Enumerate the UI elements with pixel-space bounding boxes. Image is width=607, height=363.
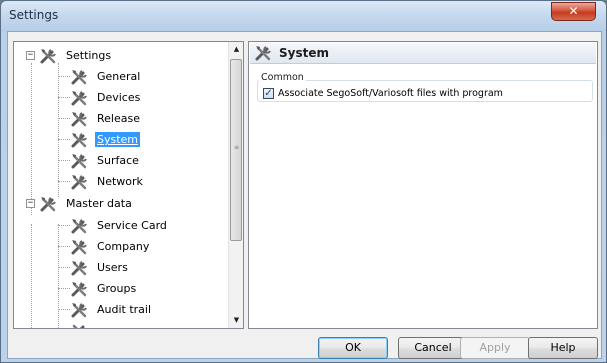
- tools-icon: [71, 90, 87, 105]
- tools-icon: [71, 281, 87, 296]
- dialog-client: − Settings General Devices Release Syste…: [7, 31, 602, 359]
- tree-item-label: Network: [97, 175, 143, 188]
- help-button[interactable]: Help: [528, 337, 598, 359]
- scroll-thumb[interactable]: ≡: [230, 59, 242, 241]
- tools-icon: [71, 260, 87, 275]
- tree-item-label: Surface: [97, 154, 139, 167]
- tree-item-partial[interactable]: [70, 320, 95, 328]
- collapse-icon[interactable]: −: [26, 199, 35, 208]
- tree-item-users[interactable]: Users: [70, 257, 130, 278]
- tree-item-network[interactable]: Network: [70, 171, 145, 192]
- tree-item-label: Devices: [97, 91, 141, 104]
- tree-item-label: Service Card: [97, 219, 167, 232]
- associate-files-option[interactable]: ✓ Associate SegoSoft/Variosoft files wit…: [263, 88, 503, 99]
- tree-item-label: Master data: [66, 197, 132, 210]
- tools-icon: [72, 324, 85, 328]
- tree-item-label: Groups: [97, 282, 137, 295]
- cancel-button[interactable]: Cancel: [398, 337, 468, 359]
- title-bar[interactable]: Settings ✕: [1, 1, 606, 31]
- tree-item-devices[interactable]: Devices: [70, 87, 142, 108]
- grip-icon: ≡: [234, 144, 240, 151]
- close-icon: ✕: [568, 4, 579, 18]
- settings-content-panel: System Common ✓ Associate SegoSoft/Vario…: [248, 41, 598, 329]
- tools-icon: [71, 111, 87, 126]
- close-button[interactable]: ✕: [551, 2, 596, 21]
- tree-item-label-selected: System: [95, 132, 141, 147]
- scroll-up-icon[interactable]: ▲: [229, 42, 243, 57]
- tree-item-master-data[interactable]: − Master data: [26, 193, 134, 214]
- tools-icon: [71, 302, 87, 317]
- settings-tree[interactable]: − Settings General Devices Release Syste…: [13, 41, 244, 329]
- settings-window: Settings ✕ − Settings General Devices Re…: [0, 0, 607, 363]
- tree-item-groups[interactable]: Groups: [70, 278, 138, 299]
- section-title: System: [279, 46, 329, 60]
- checkbox-label[interactable]: Associate SegoSoft/Variosoft files with …: [278, 88, 503, 99]
- collapse-icon[interactable]: −: [26, 51, 35, 60]
- tree-scrollbar[interactable]: ▲ ≡ ▼: [228, 42, 243, 328]
- tree-item-label: General: [97, 70, 141, 83]
- tools-icon: [71, 69, 87, 84]
- tree-item-audit-trail[interactable]: Audit trail: [70, 299, 153, 320]
- content-header: System: [250, 43, 596, 64]
- tools-icon: [255, 46, 271, 61]
- tools-icon: [71, 218, 87, 233]
- tools-icon: [71, 174, 87, 189]
- tree-item-label: Users: [97, 261, 128, 274]
- associate-files-checkbox[interactable]: ✓: [263, 88, 274, 99]
- tree-item-company[interactable]: Company: [70, 236, 151, 257]
- tools-icon: [71, 153, 87, 168]
- tools-icon: [71, 132, 87, 147]
- tree-item-surface[interactable]: Surface: [70, 150, 141, 171]
- tools-icon: [71, 239, 87, 254]
- tree-item-service-card[interactable]: Service Card: [70, 215, 169, 236]
- tree-item-label: Company: [97, 240, 150, 253]
- tree-item-label: Settings: [66, 49, 112, 62]
- groupbox-label: Common: [259, 72, 306, 83]
- tools-icon: [40, 48, 56, 63]
- apply-button[interactable]: Apply: [460, 337, 530, 359]
- tree-item-general[interactable]: General: [70, 66, 142, 87]
- tree-item-release[interactable]: Release: [70, 108, 142, 129]
- scroll-down-icon[interactable]: ▼: [229, 313, 243, 328]
- ok-button[interactable]: OK: [318, 337, 388, 359]
- tools-icon: [40, 196, 56, 211]
- tree-item-label: Release: [97, 112, 140, 125]
- tree-item-system[interactable]: System: [70, 129, 141, 150]
- window-title: Settings: [9, 8, 59, 22]
- tree-item-label: Audit trail: [97, 303, 152, 316]
- tree-item-settings[interactable]: − Settings: [26, 45, 113, 66]
